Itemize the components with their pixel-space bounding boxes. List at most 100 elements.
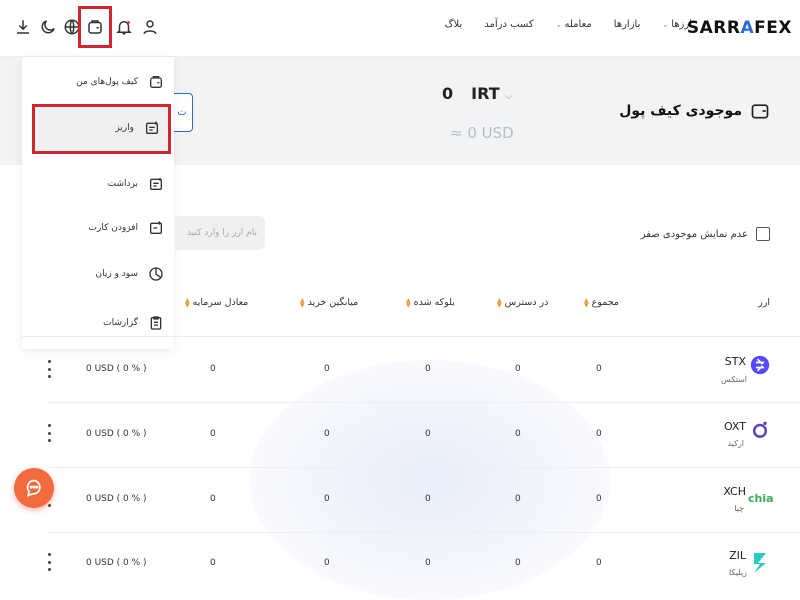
coin-symbol: OXT xyxy=(723,420,746,433)
sort-icon: ▲ ▼ xyxy=(300,296,305,309)
cell-available: 0 xyxy=(515,429,521,439)
row-divider xyxy=(48,532,800,533)
col-header-avg-buy[interactable]: ▲ ▼ میانگین خرید xyxy=(300,297,358,308)
header-divider xyxy=(22,336,800,337)
stx-coin-icon xyxy=(750,355,770,375)
cell-equity: 0 xyxy=(210,558,216,568)
sort-icon: ▲ ▼ xyxy=(584,296,589,309)
wallet-icon[interactable] xyxy=(84,14,106,40)
chia-coin-icon: chia xyxy=(748,488,774,508)
pie-chart-icon xyxy=(149,267,163,281)
sort-icon: ▲ ▼ xyxy=(406,296,411,309)
menu-item-deposit-content: واریز xyxy=(32,113,166,143)
row-more-menu[interactable] xyxy=(44,553,54,571)
cell-equity: 0 xyxy=(210,494,216,504)
menu-item-label: گزارشات xyxy=(103,318,138,328)
coin-name: چیا xyxy=(734,504,744,513)
cell-usd-value: 0 USD ( 0 % ) xyxy=(86,558,147,568)
checkbox[interactable] xyxy=(756,227,770,241)
cell-available: 0 xyxy=(515,494,521,504)
zil-coin-icon xyxy=(750,550,770,576)
svg-text:chia: chia xyxy=(748,492,774,505)
nav-item-earn[interactable]: کسب درآمد xyxy=(484,19,533,30)
nav-item-blog[interactable]: بلاگ xyxy=(445,19,463,30)
cell-avg-buy: 0 xyxy=(324,558,330,568)
download-icon[interactable] xyxy=(12,14,34,40)
main-nav: ارزها⌄ بازارها معامله⌄ کسب درآمد بلاگ xyxy=(445,19,692,30)
support-chat-button[interactable] xyxy=(14,468,54,508)
coin-name: زیلیکا xyxy=(728,568,747,577)
usd-approx-balance: ≈ 0 USD xyxy=(450,124,514,142)
cell-total: 0 xyxy=(596,429,602,439)
col-header-asset: ارز xyxy=(758,297,770,308)
bell-icon[interactable] xyxy=(113,14,135,40)
cell-usd-value: 0 USD ( 0 % ) xyxy=(86,429,147,439)
cell-total: 0 xyxy=(596,558,602,568)
chat-icon xyxy=(26,479,41,497)
menu-item-profit-loss[interactable]: سود و زیان xyxy=(32,259,170,289)
report-icon xyxy=(150,316,162,330)
cell-avg-buy: 0 xyxy=(324,494,330,504)
col-header-total[interactable]: ▲ ▼ مجموع xyxy=(584,297,619,308)
wallet-page: ارزها⌄ بازارها معامله⌄ کسب درآمد بلاگ SA… xyxy=(0,0,800,600)
menu-item-label: کیف پول‌های من xyxy=(76,77,138,87)
user-icon[interactable] xyxy=(139,14,161,40)
menu-item-my-wallets[interactable]: کیف پول‌های من xyxy=(32,67,170,97)
brand-logo[interactable]: SARRAFEX xyxy=(687,18,792,38)
row-more-menu[interactable] xyxy=(44,424,54,442)
col-header-blocked[interactable]: ▲ ▼ بلوکه شده xyxy=(406,297,455,308)
menu-item-deposit[interactable]: واریز xyxy=(32,104,171,154)
cell-usd-value: 0 USD ( 0 % ) xyxy=(86,364,147,374)
cell-available: 0 xyxy=(515,558,521,568)
cell-total: 0 xyxy=(596,494,602,504)
cell-blocked: 0 xyxy=(425,364,431,374)
menu-item-reports[interactable]: گزارشات xyxy=(32,308,170,338)
wallet-icon xyxy=(750,101,770,121)
cell-blocked: 0 xyxy=(425,429,431,439)
currency-search-input[interactable] xyxy=(175,216,265,250)
row-divider xyxy=(48,467,800,468)
chevron-down-icon: ⌄ xyxy=(555,21,562,29)
row-more-menu[interactable] xyxy=(44,360,54,378)
menu-item-label: سود و زیان xyxy=(95,269,138,279)
hide-zero-label: عدم نمایش موجودی صفر xyxy=(640,228,748,240)
cell-blocked: 0 xyxy=(425,494,431,504)
menu-item-add-card[interactable]: افزودن کارت xyxy=(32,213,170,243)
col-header-available[interactable]: ▲ ▼ در دسترس xyxy=(497,297,548,308)
chevron-down-icon: ⌵ xyxy=(505,92,513,102)
col-header-equity[interactable]: ▲ ▼ معادل سرمایه xyxy=(185,297,248,308)
deposit-icon xyxy=(146,121,158,134)
menu-item-label: برداشت xyxy=(107,179,138,189)
menu-item-withdraw[interactable]: برداشت xyxy=(32,169,170,199)
irt-currency: IRT ⌵ xyxy=(471,84,513,103)
irt-value: 0 xyxy=(442,84,454,103)
wallet-icon xyxy=(150,76,162,88)
cell-total: 0 xyxy=(596,364,602,374)
moon-icon[interactable] xyxy=(37,14,59,40)
chevron-down-icon: ⌄ xyxy=(662,21,669,29)
row-divider xyxy=(48,402,800,403)
add-card-icon xyxy=(150,221,162,234)
wallet-dropdown-menu: کیف پول‌های من برداشت افزودن کارت سود و … xyxy=(22,57,174,349)
cell-blocked: 0 xyxy=(425,558,431,568)
sort-icon: ▲ ▼ xyxy=(497,296,502,309)
menu-item-label: افزودن کارت xyxy=(88,223,138,233)
nav-item-trade[interactable]: معامله⌄ xyxy=(556,19,592,30)
coin-name: استکس xyxy=(721,375,747,384)
cell-usd-value: 0 USD ( 0 % ) xyxy=(86,494,147,504)
cell-equity: 0 xyxy=(210,364,216,374)
coin-symbol: STX xyxy=(724,355,746,368)
wallet-balance-title: موجودی کیف پول xyxy=(619,103,742,119)
summary-action-button[interactable]: ت xyxy=(172,93,193,132)
cell-avg-buy: 0 xyxy=(324,364,330,374)
cell-available: 0 xyxy=(515,364,521,374)
hide-zero-balance-toggle[interactable]: عدم نمایش موجودی صفر xyxy=(641,227,770,241)
nav-item-markets[interactable]: بازارها xyxy=(614,19,641,30)
oxt-coin-icon xyxy=(750,420,770,440)
top-header: ارزها⌄ بازارها معامله⌄ کسب درآمد بلاگ SA… xyxy=(0,0,800,57)
coin-symbol: XCH xyxy=(723,485,746,498)
withdraw-icon xyxy=(150,178,162,190)
coin-name: ارکید xyxy=(727,439,744,448)
cell-avg-buy: 0 xyxy=(324,429,330,439)
irt-balance[interactable]: 0 IRT ⌵ xyxy=(442,84,512,103)
